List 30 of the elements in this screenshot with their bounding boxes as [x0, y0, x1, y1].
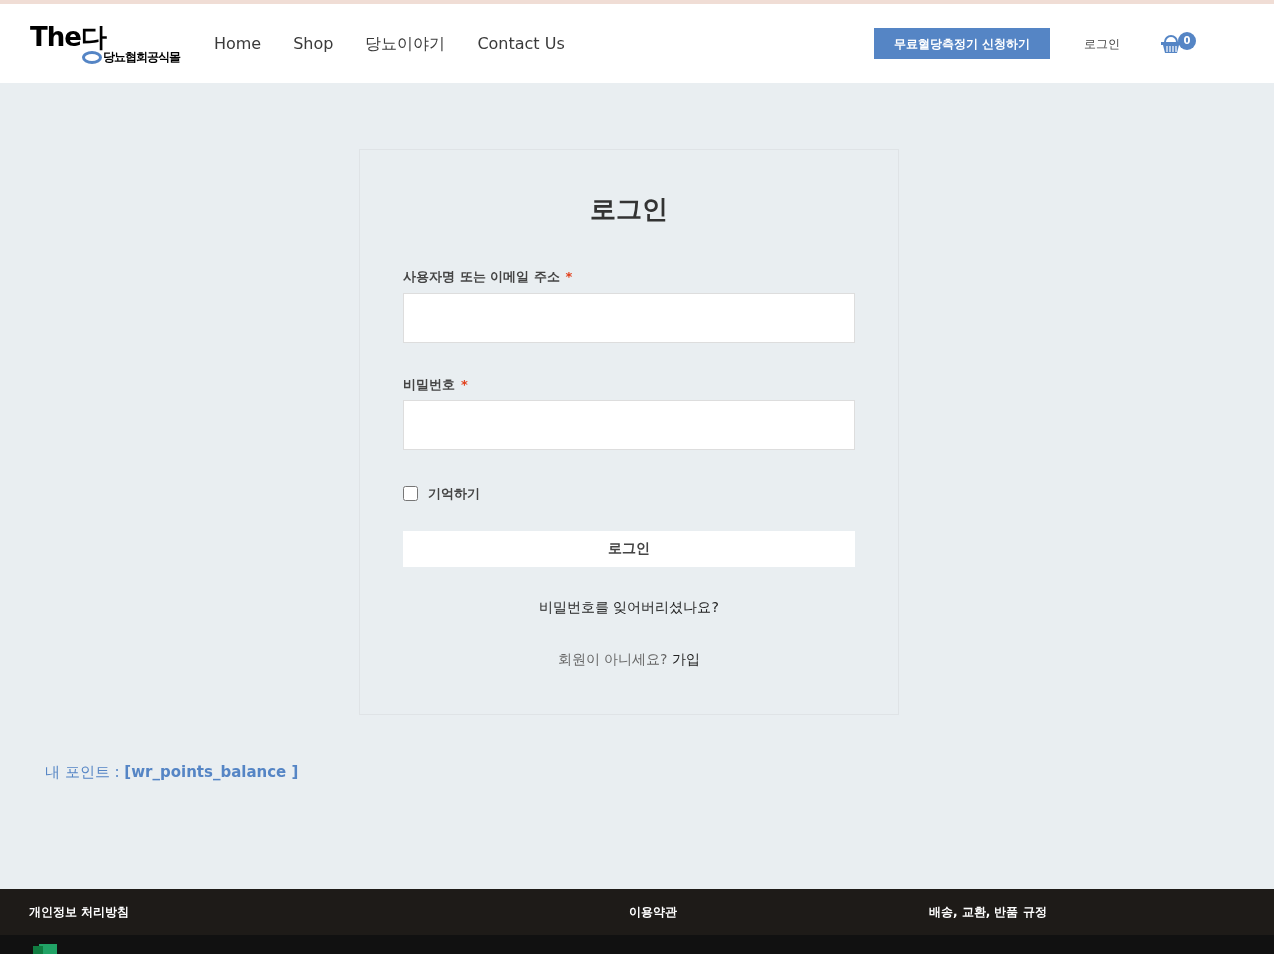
lost-password-link[interactable]: 비밀번호를 잊어버리셨나요? [539, 598, 719, 615]
required-mark: * [565, 268, 573, 286]
register-prompt: 회원이 아니세요? [557, 649, 668, 669]
footer-link[interactable]: 배송, 교환, 반품 규정 [929, 903, 1047, 921]
logo-title: The다 [30, 23, 106, 50]
nav-link[interactable]: Shop [293, 31, 334, 56]
remember-checkbox[interactable] [403, 486, 418, 502]
footer-link[interactable]: 개인정보 처리방침 [29, 903, 629, 921]
remember-label: 기억하기 [428, 485, 480, 503]
points-text: 내 포인트 : [wr_points_balance ] [45, 761, 300, 783]
login-link[interactable]: 로그인 [1084, 34, 1120, 53]
login-button[interactable]: 로그인 [403, 530, 855, 567]
register-link[interactable]: 가입 [672, 648, 701, 670]
nav-link[interactable]: 당뇨이야기 [365, 31, 446, 56]
logo-subtitle: 당뇨협회공식몰 [102, 51, 180, 63]
login-title: 로그인 [589, 193, 669, 226]
ring-icon [81, 50, 102, 64]
nav-link[interactable]: Contact Us [477, 31, 565, 56]
text-field[interactable] [403, 292, 855, 343]
free-meter-button[interactable]: 무료혈당측정기 신청하기 [873, 28, 1050, 59]
required-mark: * [461, 375, 468, 394]
site-logo[interactable]: The다 당뇨협회공식몰 [30, 23, 180, 64]
field-label: 사용자명 또는 이메일 주소 [403, 268, 560, 286]
text-field[interactable] [403, 400, 855, 450]
cart-count-badge: 0 [1178, 31, 1196, 50]
basket-icon[interactable] [1160, 34, 1182, 53]
nav-link[interactable]: Home [213, 31, 262, 56]
footer-link[interactable]: 이용약관 [629, 903, 929, 921]
spreadsheet-app-icon[interactable] [33, 944, 57, 954]
field-label: 비밀번호 [403, 375, 455, 394]
